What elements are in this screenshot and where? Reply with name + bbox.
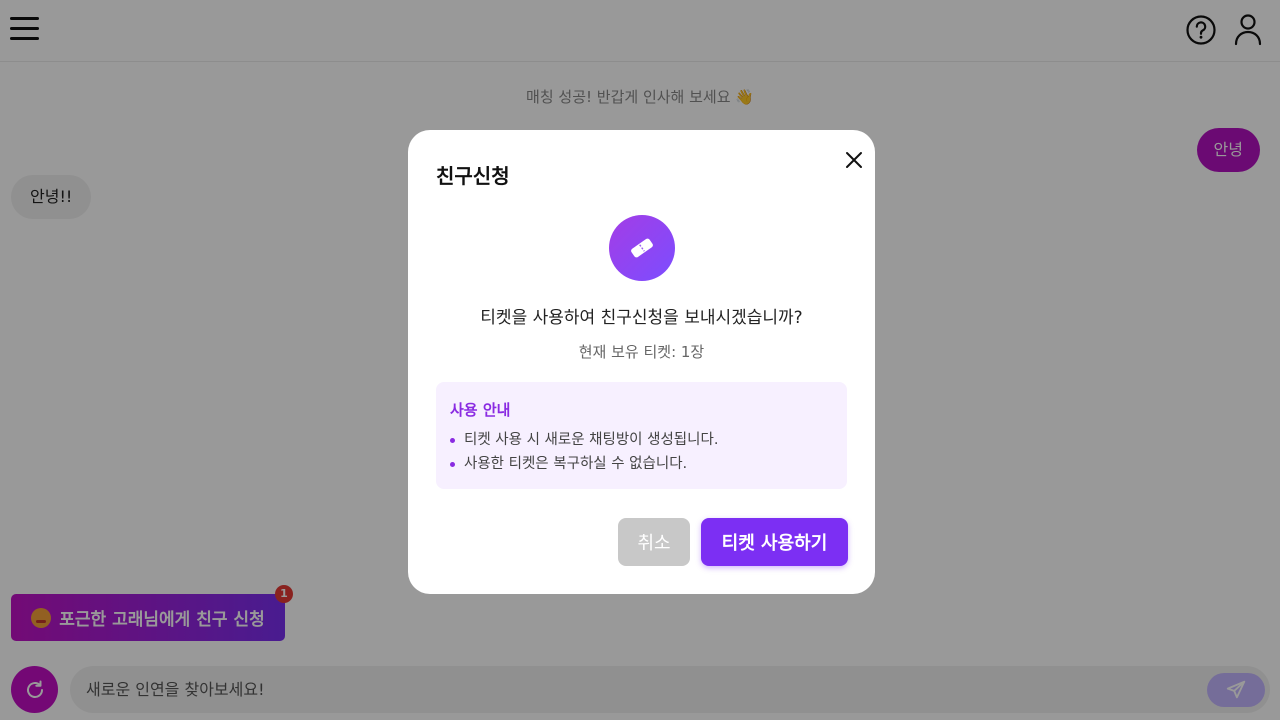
usage-info-box: 사용 안내 티켓 사용 시 새로운 채팅방이 생성됩니다. 사용한 티켓은 복구…	[436, 382, 847, 489]
usage-info-item: 사용한 티켓은 복구하실 수 없습니다.	[450, 452, 718, 476]
ticket-count: 현재 보유 티켓: 1장	[578, 343, 705, 361]
confirm-question: 티켓을 사용하여 친구신청을 보내시겠습니까?	[480, 308, 803, 328]
modal-title: 친구신청	[436, 164, 510, 188]
cancel-button[interactable]: 취소	[618, 518, 690, 566]
ticket-icon	[609, 215, 675, 281]
friend-request-modal: 친구신청 티켓을 사용하여 친구신청을 보내시겠습니까? 현재 보유 티켓: 1…	[408, 130, 875, 594]
usage-info-list: 티켓 사용 시 새로운 채팅방이 생성됩니다. 사용한 티켓은 복구하실 수 없…	[450, 428, 718, 476]
close-icon[interactable]	[842, 148, 866, 172]
usage-info-title: 사용 안내	[450, 401, 511, 419]
usage-info-item: 티켓 사용 시 새로운 채팅방이 생성됩니다.	[450, 428, 718, 452]
use-ticket-button[interactable]: 티켓 사용하기	[701, 518, 848, 566]
